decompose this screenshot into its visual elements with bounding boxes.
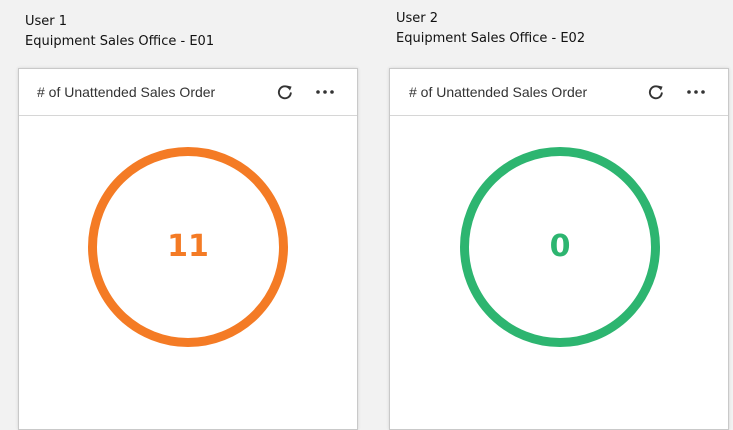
refresh-icon[interactable] xyxy=(275,82,295,102)
sales-office-label: Equipment Sales Office - E01 xyxy=(25,34,215,49)
card-header: # of Unattended Sales Order xyxy=(19,69,357,116)
user-label: User 2 xyxy=(396,11,439,26)
user-2-caption: User 2 Equipment Sales Office - E02 xyxy=(396,9,585,49)
card-title: # of Unattended Sales Order xyxy=(409,84,588,100)
kpi-value: 11 xyxy=(167,229,209,264)
more-horizontal-icon[interactable] xyxy=(686,82,706,102)
sales-office-label: Equipment Sales Office - E02 xyxy=(396,31,586,46)
kpi-value: 0 xyxy=(549,229,571,264)
card-header: # of Unattended Sales Order xyxy=(390,69,728,116)
kpi-card-user-1[interactable]: # of Unattended Sales Order 11 xyxy=(18,68,358,430)
kpi-ring: 0 xyxy=(460,147,660,347)
card-title: # of Unattended Sales Order xyxy=(37,84,216,100)
more-horizontal-icon[interactable] xyxy=(315,82,335,102)
kpi-ring: 11 xyxy=(88,147,288,347)
user-label: User 1 xyxy=(25,14,68,29)
user-1-caption: User 1 Equipment Sales Office - E01 xyxy=(25,12,214,52)
kpi-card-user-2[interactable]: # of Unattended Sales Order 0 xyxy=(389,68,729,430)
refresh-icon[interactable] xyxy=(646,82,666,102)
